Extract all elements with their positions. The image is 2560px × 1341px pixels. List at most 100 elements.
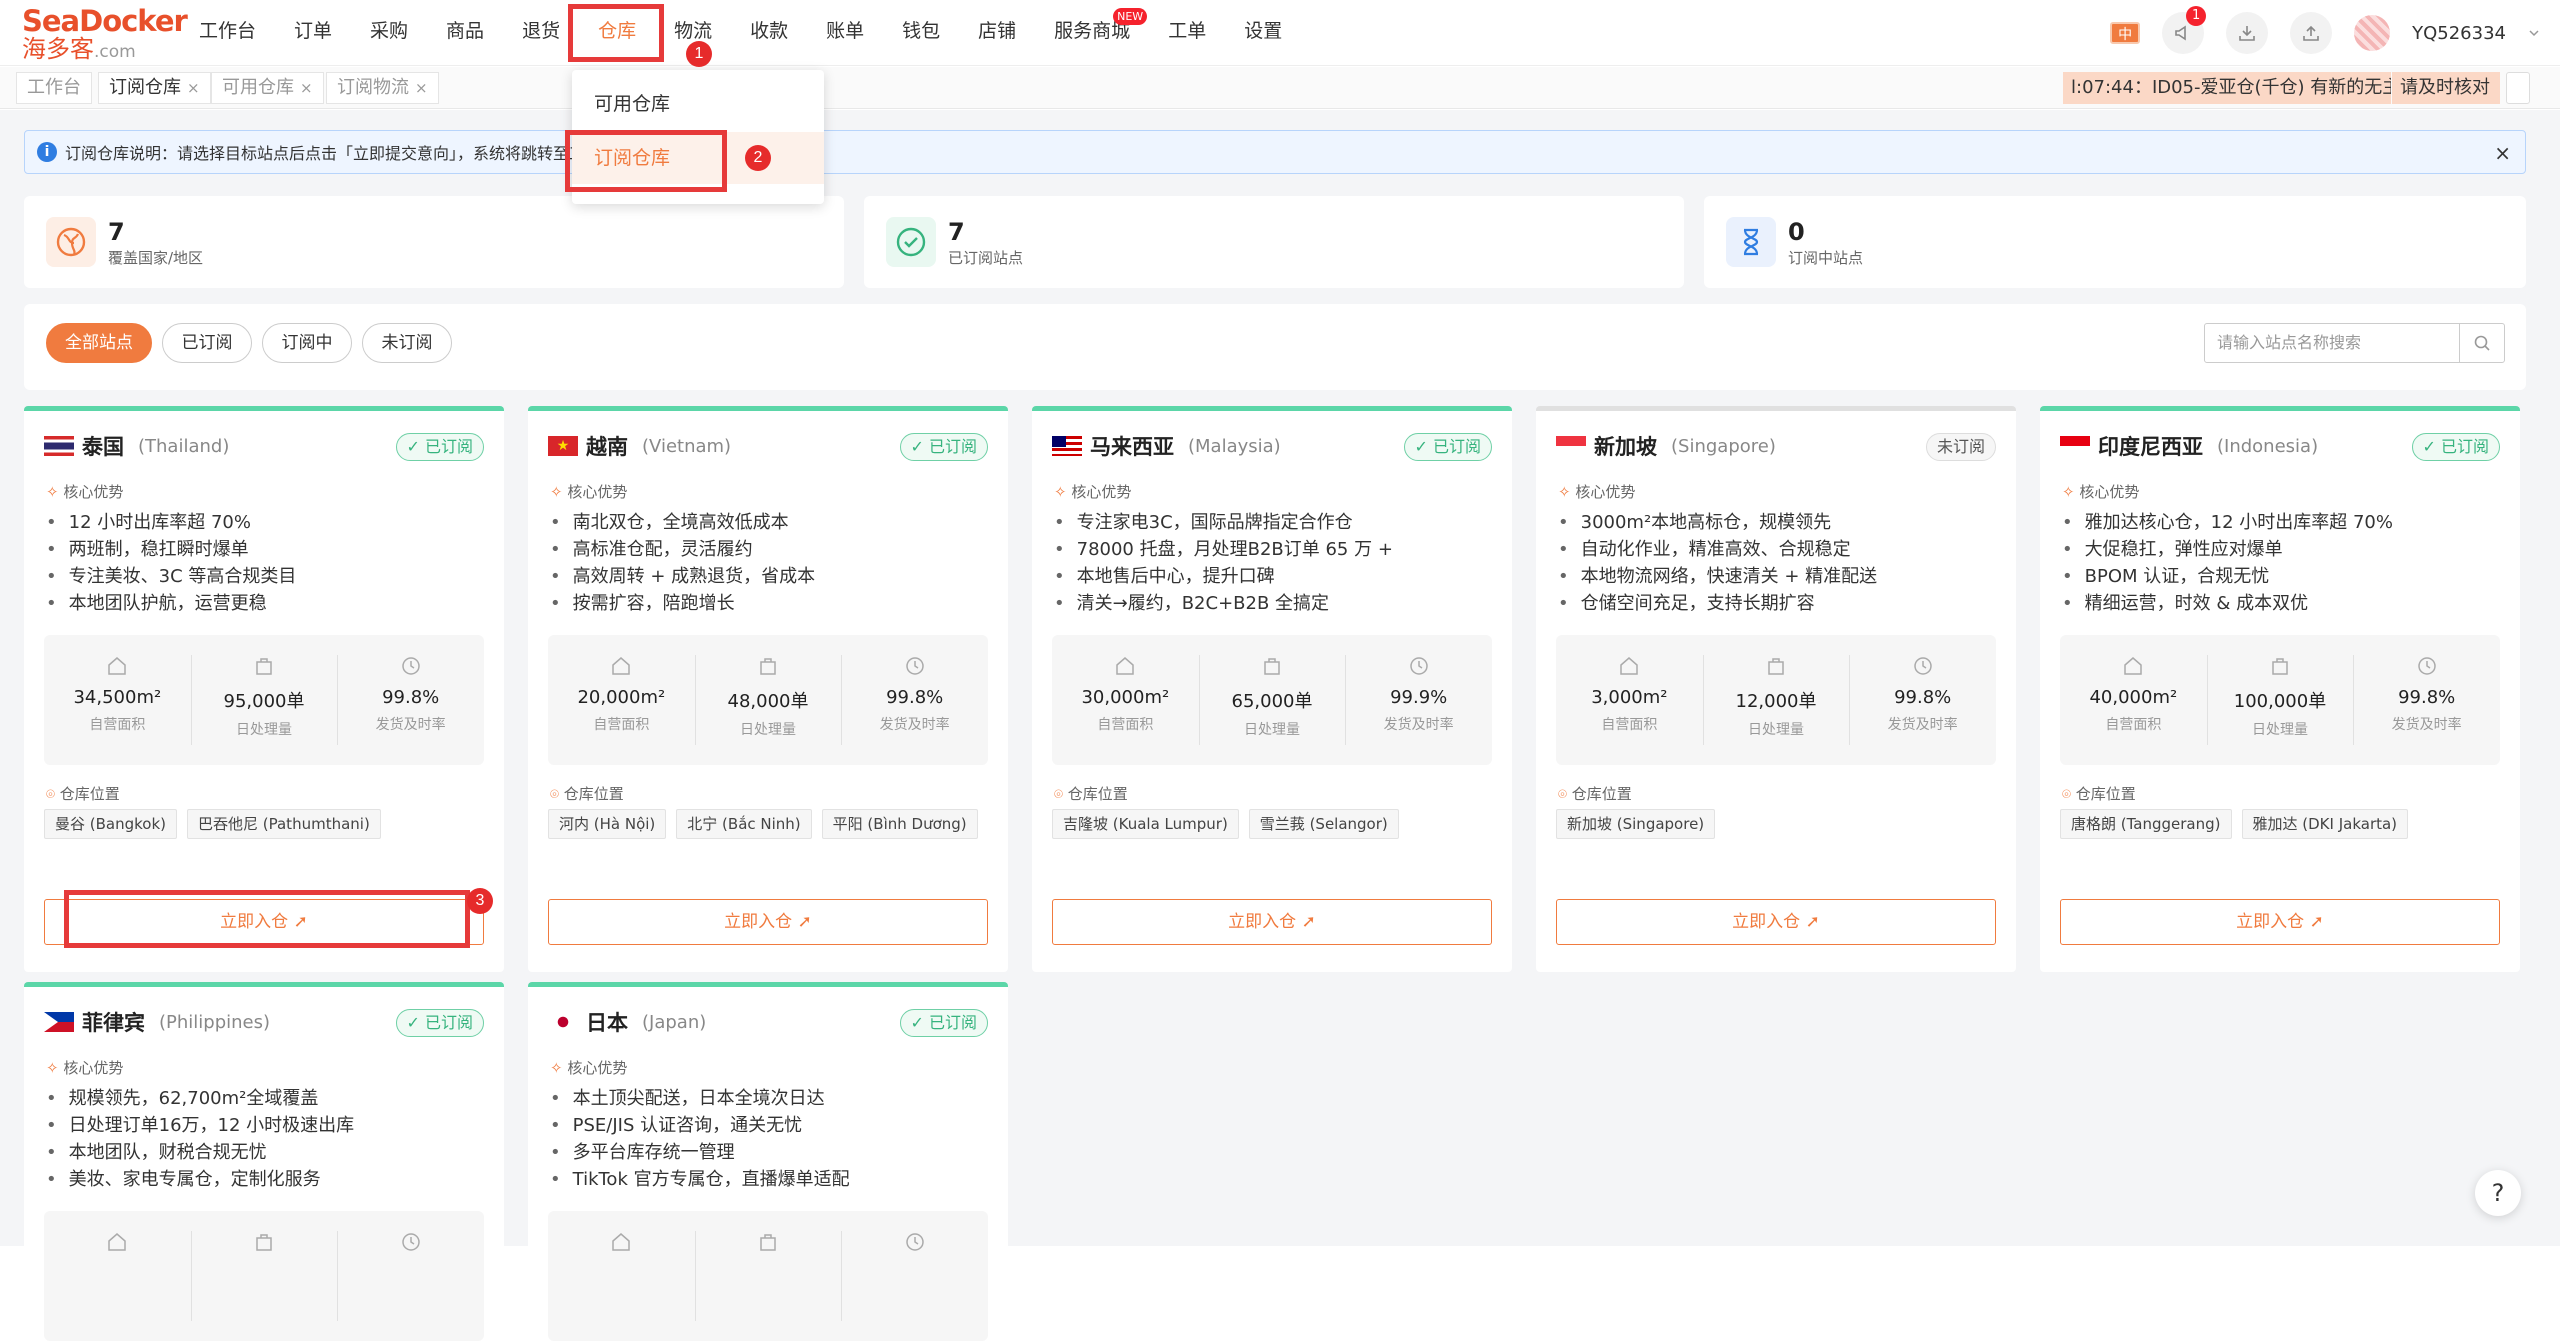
nav-products[interactable]: 商品: [427, 0, 503, 66]
nav-bills[interactable]: 账单: [807, 0, 883, 66]
menu-item-available-warehouse[interactable]: 可用仓库: [572, 78, 824, 130]
country-name: 日本: [586, 1011, 628, 1035]
list-item: 多平台库存统一管理: [550, 1139, 988, 1166]
metrics-panel: 3,000m² 自营面积 12,000单 日处理量 99.8% 发货及时率: [1556, 635, 1996, 765]
list-item: TikTok 官方专属仓，直播爆单适配: [550, 1166, 988, 1193]
search-button[interactable]: [2459, 323, 2505, 363]
seadocker-logo[interactable]: SeaDocker 海多客.com: [22, 4, 188, 62]
nav-workbench[interactable]: 工作台: [180, 0, 275, 66]
clock-icon: [401, 1233, 420, 1251]
search-input[interactable]: 请输入站点名称搜索: [2204, 323, 2460, 363]
info-icon: i: [37, 142, 57, 162]
upload-button[interactable]: [2290, 12, 2333, 54]
step-marker-3: 3: [467, 888, 493, 914]
metric-ontime: 99.8% 发货及时率: [2353, 635, 2500, 765]
username[interactable]: YQ526334: [2412, 23, 2506, 44]
clock-icon: [905, 1233, 924, 1251]
advantage-title: ✧ 核心优势: [46, 481, 123, 502]
tab-subscribed-logistics[interactable]: 订阅物流 ×: [326, 72, 439, 104]
close-icon[interactable]: ×: [2494, 141, 2511, 165]
tab-workbench[interactable]: 工作台: [16, 72, 92, 104]
menu-item-subscribed-warehouse[interactable]: 订阅仓库: [572, 132, 824, 184]
tab-available-warehouse[interactable]: 可用仓库 ×: [211, 72, 324, 104]
metric-daily: 100,000单 日处理量: [2206, 635, 2354, 765]
tab-subscribed-warehouse[interactable]: 订阅仓库 ×: [98, 72, 211, 104]
nav-warehouse[interactable]: 仓库: [579, 0, 655, 66]
enter-warehouse-button[interactable]: 立即入仓 ➚: [1556, 899, 1996, 945]
list-item: 两班制，稳扛瞬时爆单: [46, 536, 484, 563]
map-pin-icon: ⌾: [46, 785, 56, 803]
help-button[interactable]: ?: [2475, 1170, 2521, 1216]
metric-label: 发货及时率: [879, 717, 950, 733]
enter-label: 立即入仓: [724, 912, 793, 932]
list-item: 本地物流网络，快速清关 + 精准配送: [1558, 563, 1996, 590]
location-label: 仓库位置: [1571, 785, 1632, 803]
metric-label: 日处理量: [1244, 722, 1300, 738]
filter-subscribed[interactable]: 已订阅: [162, 323, 252, 363]
advantage-list: 本土顶尖配送，日本全境次日达 PSE/JIS 认证咨询，通关无忧 多平台库存统一…: [550, 1085, 988, 1193]
location-title: ⌾ 仓库位置: [1558, 783, 1632, 804]
nav-settings[interactable]: 设置: [1225, 0, 1301, 66]
advantage-label: 核心优势: [2079, 483, 2140, 501]
metric-value: 34,500m²: [73, 687, 162, 708]
language-switch[interactable]: 中: [2110, 22, 2141, 44]
nav-stores[interactable]: 店铺: [959, 0, 1035, 66]
status-badge: ✓ 已订阅: [899, 1009, 988, 1037]
vietnam-flag-icon: ★: [548, 436, 578, 456]
warehouse-card-japan: 日本 (Japan) ✓ 已订阅 ✧ 核心优势 本土顶尖配送，日本全境次日达 PS…: [528, 982, 1008, 1341]
chevron-down-icon[interactable]: [2528, 27, 2540, 39]
logo-text-a: Sea: [22, 4, 80, 38]
new-badge: NEW: [1113, 8, 1148, 25]
list-item: 高效周转 + 成熟退货，省成本: [550, 563, 988, 590]
enter-warehouse-button[interactable]: 立即入仓 ➚: [44, 899, 484, 945]
main-content: i 订阅仓库说明：请选择目标站点后点击「立即提交意向」，系统将跳转至工作 × 7…: [0, 110, 2560, 1341]
country-english: (Vietnam): [642, 435, 732, 457]
map-pin-icon: ⌾: [1558, 785, 1568, 803]
nav-collection[interactable]: 收款: [731, 0, 807, 66]
warehouse-card-philippines: 菲律宾 (Philippines) ✓ 已订阅 ✧ 核心优势 规模领先，62,70…: [24, 982, 504, 1341]
list-item: 78000 托盘，月处理B2B订单 65 万 +: [1054, 536, 1492, 563]
map-pin-icon: ⌾: [550, 785, 560, 803]
location-tag: 雪兰莪 (Selangor): [1248, 809, 1399, 839]
stat-label: 已订阅站点: [948, 248, 1024, 267]
nav-orders[interactable]: 订单: [275, 0, 351, 66]
location-tag: 唐格朗 (Tanggerang): [2060, 809, 2232, 839]
download-button[interactable]: [2226, 12, 2269, 54]
search-icon: [2474, 335, 2490, 351]
nav-purchase[interactable]: 采购: [351, 0, 427, 66]
advantage-label: 核心优势: [63, 1059, 124, 1077]
list-item: 雅加达核心仓，12 小时出库率超 70%: [2062, 509, 2500, 536]
advantage-label: 核心优势: [567, 1059, 628, 1077]
scrolling-notice[interactable]: l:07:44：ID05-爱亚仓(千仓) 有新的无主件: [2063, 72, 2391, 104]
metric-value: 65,000单: [1231, 691, 1313, 712]
close-icon[interactable]: ×: [415, 79, 428, 97]
notice-scroll-handle[interactable]: [2506, 72, 2530, 104]
enter-warehouse-button[interactable]: 立即入仓 ➚: [2060, 899, 2500, 945]
nav-service-mall[interactable]: 服务商城 NEW: [1035, 0, 1149, 66]
nav-tickets[interactable]: 工单: [1149, 0, 1225, 66]
filter-unsubscribed[interactable]: 未订阅: [362, 323, 452, 363]
enter-warehouse-button[interactable]: 立即入仓 ➚: [1052, 899, 1492, 945]
warehouse-dropdown-menu: 可用仓库 订阅仓库: [572, 70, 824, 204]
status-badge: 未订阅: [1925, 433, 1996, 461]
metric-area: [44, 1211, 191, 1341]
nav-wallet[interactable]: 钱包: [883, 0, 959, 66]
stat-label: 订阅中站点: [1788, 248, 1864, 267]
filter-all[interactable]: 全部站点: [46, 323, 152, 363]
list-item: 本地团队，财税合规无忧: [46, 1139, 484, 1166]
notice-action[interactable]: 请及时核对: [2392, 72, 2500, 104]
close-icon[interactable]: ×: [187, 79, 200, 97]
stat-countries: 7 覆盖国家/地区: [24, 196, 844, 288]
list-item: 自动化作业，精准高效、合规稳定: [1558, 536, 1996, 563]
avatar[interactable]: [2354, 15, 2391, 51]
nav-returns[interactable]: 退货: [503, 0, 579, 66]
metric-label: 自营面积: [1601, 717, 1658, 733]
announcement-button[interactable]: 1: [2162, 6, 2207, 54]
enter-warehouse-button[interactable]: 立即入仓 ➚: [548, 899, 988, 945]
warehouse-card-singapore: 新加坡 (Singapore) 未订阅 ✧ 核心优势 3000m²本地高标仓，规模…: [1536, 406, 2016, 972]
filter-subscribing[interactable]: 订阅中: [262, 323, 352, 363]
clock-icon: [905, 657, 924, 675]
upload-icon: [2303, 25, 2319, 41]
close-icon[interactable]: ×: [300, 79, 313, 97]
location-tags: 曼谷 (Bangkok) 巴吞他尼 (Pathumthani): [44, 809, 381, 839]
